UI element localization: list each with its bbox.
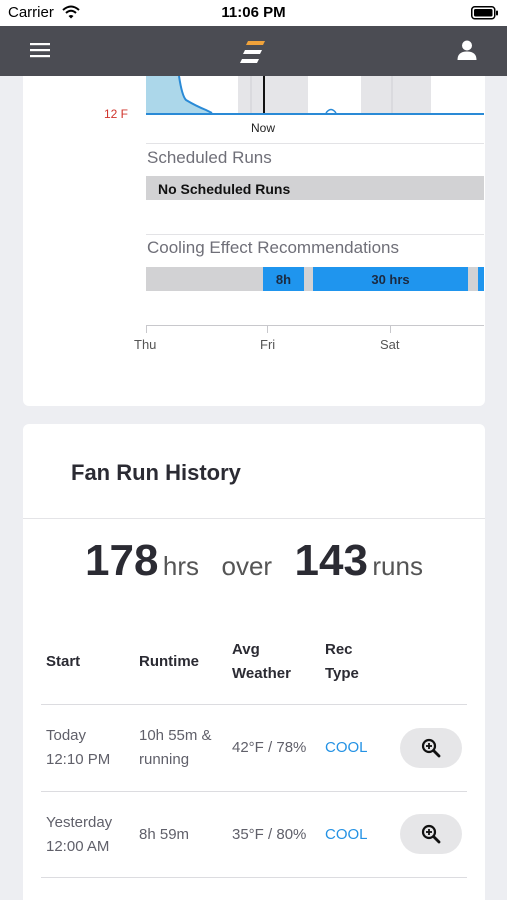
status-bar: Carrier 11:06 PM [0, 0, 507, 26]
chart-baseline [146, 113, 484, 115]
logo-icon [240, 38, 268, 71]
row-start-day: Today [46, 727, 87, 744]
status-time: 11:06 PM [221, 4, 286, 21]
row-start-time: 12:00 AM [46, 838, 110, 855]
no-scheduled-runs-label: No Scheduled Runs [158, 181, 291, 197]
cooling-recommendations-title: Cooling Effect Recommendations [147, 238, 399, 257]
cooling-recommendations-track: 8h 30 hrs [146, 267, 484, 291]
chart-shaded-block [238, 76, 308, 114]
row-runtime-line1: 10h 55m & [139, 727, 212, 744]
nav-bar [0, 26, 507, 76]
column-header-rec-type-line1: Rec [325, 641, 353, 658]
fan-run-history-card: Fan Run History 178 hrs over 143 runs St… [23, 424, 485, 900]
zoom-in-icon [421, 824, 441, 844]
menu-icon[interactable] [30, 42, 50, 63]
scheduled-runs-bar: No Scheduled Runs [146, 176, 484, 200]
battery-icon [471, 6, 499, 25]
temperature-chart [146, 76, 431, 114]
now-label: Now [251, 121, 276, 135]
axis-tick [390, 325, 391, 333]
axis-label-thu: Thu [134, 337, 157, 352]
column-header-avg-weather-line2: Weather [232, 665, 291, 682]
total-runs: 143 [294, 536, 368, 585]
row-runtime-line2: running [139, 751, 190, 768]
axis-tick [146, 325, 147, 333]
table-row-divider [41, 791, 467, 792]
row-start-time: 12:10 PM [46, 751, 111, 768]
temperature-axis-label: 12 F [104, 107, 129, 121]
column-header-rec-type: Rec Type [325, 638, 359, 686]
table-row-divider [41, 877, 467, 878]
over-label: over [221, 551, 273, 581]
column-header-runtime: Runtime [139, 653, 199, 670]
row-start-day: Yesterday [46, 814, 113, 831]
table-row-divider [41, 704, 467, 705]
run-summary: 178 hrs over 143 runs [23, 536, 485, 586]
zoom-in-icon [421, 738, 441, 758]
row-rec-type[interactable]: COOL [325, 736, 368, 760]
runs-unit: runs [372, 551, 423, 581]
cooling-segment[interactable]: 8h [263, 267, 304, 291]
section-divider [146, 234, 484, 235]
axis-tick [267, 325, 268, 333]
cooling-segment[interactable]: 30 hrs [313, 267, 468, 291]
column-header-start: Start [46, 653, 81, 670]
scheduled-runs-title: Scheduled Runs [147, 148, 272, 167]
section-divider [146, 143, 484, 144]
row-start: Yesterday 12:00 AM [46, 811, 112, 859]
user-icon[interactable] [456, 39, 478, 66]
total-hours: 178 [85, 536, 159, 585]
title-divider [23, 518, 485, 519]
row-avg-weather: 35°F / 80% [232, 826, 307, 843]
row-details-button[interactable] [400, 728, 462, 768]
column-header-avg-weather: Avg Weather [232, 638, 291, 686]
time-axis [146, 325, 484, 326]
chart-shaded-block [361, 76, 431, 114]
hours-unit: hrs [162, 551, 200, 581]
column-header-avg-weather-line1: Avg [232, 641, 260, 658]
row-details-button[interactable] [400, 814, 462, 854]
row-avg-weather: 42°F / 78% [232, 739, 307, 756]
row-runtime: 10h 55m & running [139, 724, 212, 772]
row-start: Today 12:10 PM [46, 724, 110, 772]
row-rec-type[interactable]: COOL [325, 823, 368, 847]
fan-run-history-title: Fan Run History [71, 460, 241, 485]
column-header-rec-type-line2: Type [325, 665, 359, 682]
axis-label-fri: Fri [260, 337, 276, 352]
axis-label-sat: Sat [380, 337, 400, 352]
cooling-segment-edge [478, 267, 484, 291]
row-runtime: 8h 59m [139, 826, 190, 843]
